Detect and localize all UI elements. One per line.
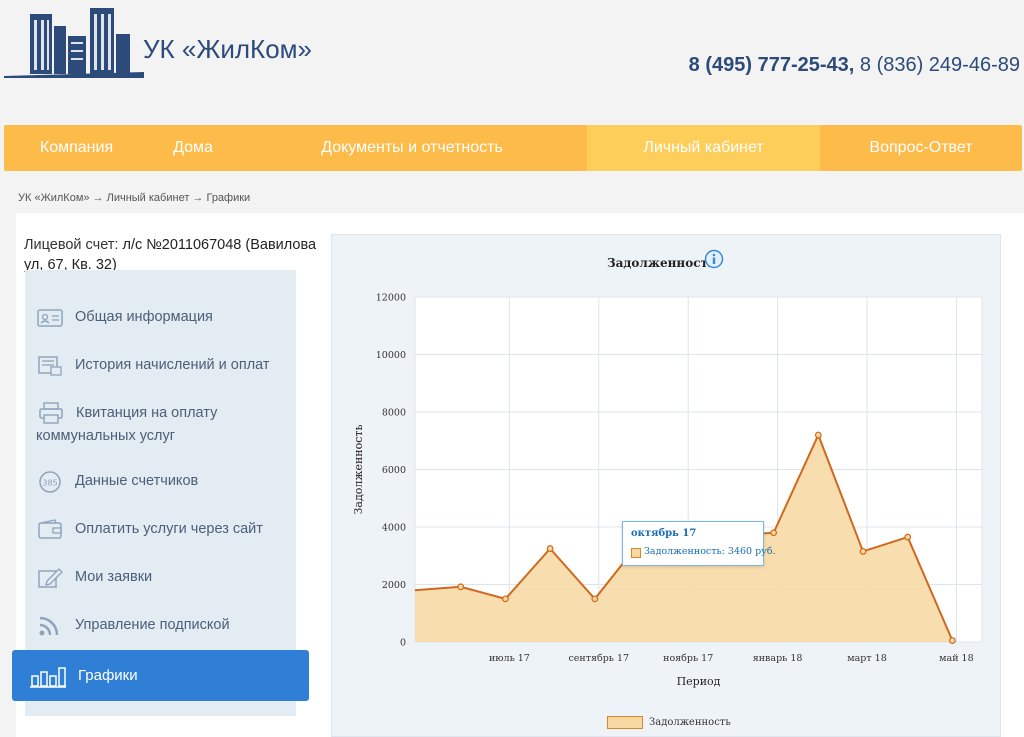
- sidebar-item-label: Оплатить услуги через сайт: [75, 521, 263, 537]
- sidebar-item-label: Мои заявки: [75, 569, 153, 585]
- sidebar-item-history[interactable]: История начислений и оплат: [25, 354, 296, 378]
- chart-tooltip: октябрь 17 Задолженность: 3460 руб.: [622, 521, 776, 566]
- phone-numbers: 8 (495) 777-25-43, 8 (836) 249-46-89: [689, 54, 1020, 77]
- data-point: [501, 595, 509, 603]
- x-tick-label: май 18: [939, 653, 974, 664]
- sidebar-item-my-requests[interactable]: Мои заявки: [25, 566, 296, 590]
- printer-icon: [36, 401, 66, 425]
- legend-swatch: [607, 716, 643, 729]
- nav-item-faq[interactable]: Вопрос-Ответ: [820, 125, 1022, 171]
- sidebar-item-general-info[interactable]: Общая информация: [25, 306, 296, 330]
- data-point: [859, 548, 867, 555]
- history-icon: [35, 354, 65, 378]
- wallet-icon: [35, 518, 65, 542]
- x-axis-label: Период: [677, 675, 721, 688]
- sidebar-item-subscription[interactable]: Управление подпиской: [25, 614, 296, 638]
- nav-item-company[interactable]: Компания: [4, 125, 149, 171]
- x-tick-label: июль 17: [489, 653, 530, 664]
- tooltip-swatch: [631, 548, 641, 558]
- rss-icon: [35, 614, 65, 638]
- y-tick-label: 2000: [382, 580, 406, 591]
- y-tick-label: 6000: [382, 465, 406, 476]
- sidebar-item-label: Данные счетчиков: [75, 473, 199, 489]
- y-tick-label: 12000: [376, 293, 406, 304]
- data-point: [814, 431, 822, 439]
- data-point: [591, 595, 599, 603]
- bar-chart-icon: [30, 664, 70, 688]
- y-tick-label: 8000: [382, 408, 406, 419]
- phone-secondary[interactable]: 8 (836) 249-46-89: [854, 54, 1020, 76]
- data-point: [904, 533, 912, 541]
- sidebar-item-receipt[interactable]: Квитанция на оплату коммунальных услуг: [25, 401, 290, 447]
- y-axis-label: Задолженность: [352, 425, 365, 515]
- id-card-icon: [35, 306, 65, 330]
- breadcrumb: УК «ЖилКом» → Личный кабинет → Графики: [18, 192, 251, 204]
- x-tick-label: март 18: [847, 653, 887, 664]
- phone-primary[interactable]: 8 (495) 777-25-43,: [689, 54, 855, 76]
- account-label: Лицевой счет:: [24, 237, 123, 253]
- sidebar-item-label: Графики: [78, 667, 138, 684]
- chart-legend[interactable]: Задолженность: [607, 716, 731, 729]
- tooltip-value: Задолженность: 3460 руб.: [644, 546, 776, 557]
- y-tick-label: 4000: [382, 523, 406, 534]
- data-point: [546, 545, 554, 552]
- debt-chart: 0 2000 4000 6000 8000 10000 12000 июль 17 сентяб…: [352, 293, 983, 688]
- meter-icon: 385: [35, 470, 65, 494]
- data-point: [949, 637, 956, 644]
- building-logo-icon[interactable]: [4, 6, 144, 78]
- sidebar-item-pay-online[interactable]: Оплатить услуги через сайт: [25, 518, 296, 542]
- sidebar-item-meters[interactable]: 385 Данные счетчиков: [25, 470, 296, 494]
- logo-title[interactable]: УК «ЖилКом»: [143, 34, 312, 65]
- edit-icon: [35, 566, 65, 590]
- main-nav: Компания Дома Документы и отчетность Лич…: [4, 125, 1022, 171]
- data-point: [457, 583, 465, 591]
- tooltip-title: октябрь 17: [631, 528, 697, 539]
- legend-label: Задолженность: [649, 717, 731, 728]
- sidebar-item-label: История начислений и оплат: [75, 357, 270, 373]
- y-tick-label: 10000: [376, 350, 406, 361]
- sidebar-item-label: Управление подпиской: [75, 617, 230, 633]
- nav-item-documents[interactable]: Документы и отчетность: [237, 125, 587, 171]
- nav-item-houses[interactable]: Дома: [149, 125, 237, 171]
- x-tick-label: ноябрь 17: [663, 653, 713, 664]
- x-tick-label: январь 18: [753, 653, 803, 664]
- chart-title: Задолженность: [607, 256, 717, 270]
- info-icon[interactable]: [704, 249, 724, 269]
- x-tick-label: сентябрь 17: [568, 653, 629, 664]
- sidebar-item-label: Общая информация: [75, 309, 213, 325]
- nav-item-personal-account[interactable]: Личный кабинет: [587, 125, 820, 171]
- data-point: [770, 529, 778, 537]
- sidebar-item-charts[interactable]: Графики: [12, 650, 309, 701]
- svg-text:385: 385: [42, 479, 57, 488]
- header: УК «ЖилКом» 8 (495) 777-25-43, 8 (836) 2…: [0, 0, 1024, 120]
- account-info: Лицевой счет: л/с №2011067048 (Вавилова …: [24, 235, 324, 275]
- y-tick-label: 0: [400, 638, 406, 649]
